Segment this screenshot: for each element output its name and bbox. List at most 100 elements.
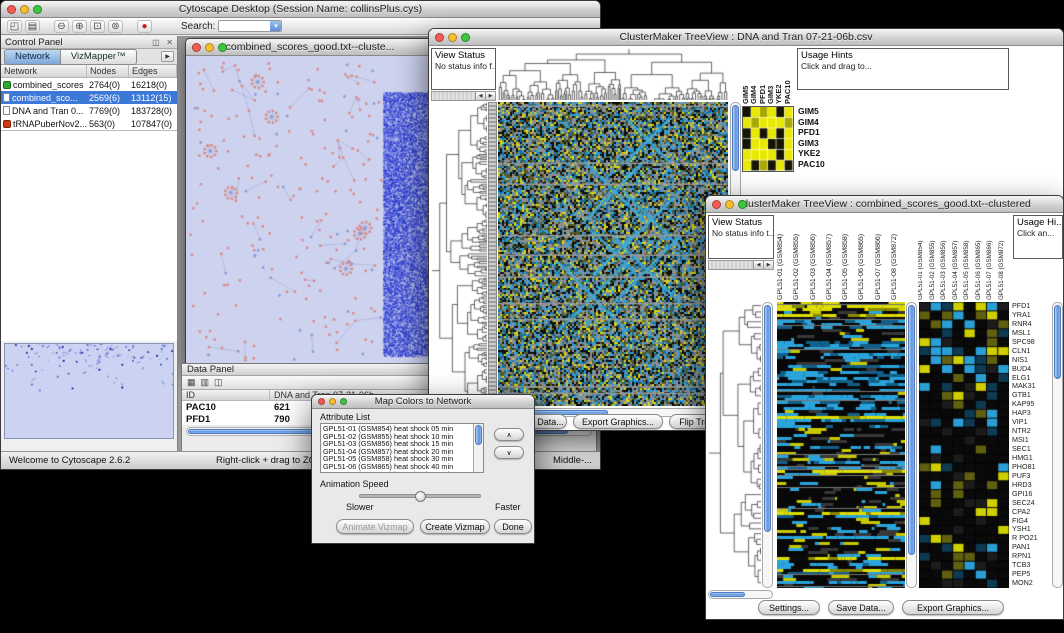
gene-label[interactable]: MON2	[1012, 579, 1051, 588]
minimize-button[interactable]	[725, 200, 734, 209]
maximize-button[interactable]	[461, 33, 470, 42]
create-vizmap-button[interactable]: Create Vizmap	[420, 519, 490, 534]
column-label[interactable]: GPL51-01 (GSM854)	[777, 215, 793, 300]
slider-thumb[interactable]	[415, 491, 426, 502]
column-label[interactable]: GPL51-04 (GSM857)	[826, 215, 842, 300]
close-button[interactable]	[192, 43, 201, 52]
save-data-button[interactable]: Save Data...	[828, 600, 894, 615]
minimize-button[interactable]	[448, 33, 457, 42]
save-icon[interactable]: ▤	[25, 20, 40, 33]
column-label[interactable]: GPL51-08 (GSM872)	[999, 215, 1011, 300]
gene-label[interactable]: YKE2	[798, 148, 842, 159]
row-dendrogram[interactable]	[431, 102, 487, 406]
table-row[interactable]: tRNAPuberNov2... 563(0) 107847(0)	[1, 117, 177, 130]
subheatmap-canvas[interactable]	[919, 302, 1009, 588]
attribute-option[interactable]: GPL51-07 (GSM866) heat shock 60 min	[323, 471, 472, 472]
list-vscrollbar[interactable]	[473, 424, 483, 472]
column-label[interactable]: GPL51-04 (GSM857)	[953, 215, 965, 300]
close-panel-icon[interactable]: ✕	[166, 38, 173, 47]
select-columns-icon[interactable]: ▥	[201, 377, 210, 388]
scrollbar-track[interactable]	[432, 92, 475, 100]
column-dendrogram[interactable]	[498, 48, 728, 100]
close-button[interactable]	[318, 398, 325, 405]
main-titlebar[interactable]: Cytoscape Desktop (Session Name: collins…	[1, 1, 600, 18]
move-down-button[interactable]: ∨	[494, 446, 524, 459]
dialog-titlebar[interactable]: Map Colors to Network	[312, 395, 534, 409]
search-input[interactable]: ▾	[218, 20, 282, 32]
column-header-network[interactable]: Network	[1, 65, 87, 77]
column-label[interactable]: YKE2	[775, 48, 783, 104]
status-hscrollbar[interactable]: ◀ ▶	[708, 260, 774, 270]
export-graphics-button[interactable]: Export Graphics...	[573, 414, 663, 429]
column-label[interactable]: GPL51-07 (GSM866)	[987, 215, 999, 300]
dendrogram-scrollbar[interactable]	[488, 102, 497, 406]
scroll-left-icon[interactable]: ◀	[475, 92, 485, 100]
treeview-dna-titlebar[interactable]: ClusterMaker TreeView : DNA and Tran 07-…	[429, 29, 1063, 46]
close-button[interactable]	[435, 33, 444, 42]
scrollbar-thumb[interactable]	[764, 305, 771, 532]
attribute-option[interactable]: GPL51-05 (GSM858) heat shock 30 min	[323, 455, 472, 463]
tab-vizmapper[interactable]: VizMapper™	[61, 49, 137, 65]
table-row[interactable]: combined_scores 2764(0) 16218(0)	[1, 78, 177, 91]
settings-button[interactable]: Settings...	[758, 600, 820, 615]
scrollbar-thumb[interactable]	[475, 425, 482, 445]
zoom-selected-icon[interactable]: ⊚	[108, 20, 123, 33]
attribute-option[interactable]: GPL51-03 (GSM856) heat shock 15 min	[323, 440, 472, 448]
heatmap-canvas[interactable]	[777, 302, 905, 588]
maximize-button[interactable]	[33, 5, 42, 14]
maximize-button[interactable]	[218, 43, 227, 52]
tab-network[interactable]: Network	[4, 49, 61, 65]
column-label[interactable]: PFD1	[759, 48, 767, 104]
attribute-option[interactable]: GPL51-02 (GSM855) heat shock 10 min	[323, 433, 472, 441]
animate-vizmap-button[interactable]: Animate Vizmap	[336, 519, 414, 534]
gene-label[interactable]: GIM5	[798, 106, 842, 117]
maximize-button[interactable]	[738, 200, 747, 209]
close-button[interactable]	[7, 5, 16, 14]
table-icon[interactable]: ▦	[187, 377, 196, 388]
scrollbar-thumb[interactable]	[908, 305, 915, 555]
network-overview-thumbnail[interactable]	[4, 343, 174, 439]
status-hscrollbar[interactable]: ◀ ▶	[431, 91, 496, 101]
column-label[interactable]: GPL51-02 (GSM855)	[930, 215, 942, 300]
database-icon[interactable]: ◫	[214, 377, 223, 388]
column-label[interactable]: GPL51-02 (GSM855)	[793, 215, 809, 300]
move-up-button[interactable]: ∧	[494, 428, 524, 441]
correlation-matrix-canvas[interactable]	[742, 106, 794, 172]
column-label[interactable]: GPL51-08 (GSM872)	[891, 215, 907, 300]
scrollbar-thumb[interactable]	[710, 592, 745, 597]
scroll-right-icon[interactable]: ▶	[485, 92, 495, 100]
maximize-button[interactable]	[340, 398, 347, 405]
gene-list-vscrollbar[interactable]	[1052, 302, 1063, 588]
animation-speed-slider[interactable]	[359, 494, 481, 498]
table-row[interactable]: DNA and Tran 0... 7769(0) 183728(0)	[1, 104, 177, 117]
network-window-titlebar[interactable]: combined_scores_good.txt--cluste...	[186, 39, 434, 56]
gene-label[interactable]: PAC10	[798, 159, 842, 170]
column-label[interactable]: GPL51-07 (GSM866)	[875, 215, 891, 300]
column-header-edges[interactable]: Edges	[129, 65, 177, 77]
attribute-option[interactable]: GPL51-06 (GSM865) heat shock 40 min	[323, 463, 472, 471]
chevron-down-icon[interactable]: ▾	[270, 21, 281, 31]
annotation-icon[interactable]: ●	[137, 20, 152, 33]
column-label[interactable]: GIM4	[750, 48, 758, 104]
done-button[interactable]: Done	[494, 519, 532, 534]
column-label[interactable]: GPL51-03 (GSM856)	[810, 215, 826, 300]
zoom-out-icon[interactable]: ⊖	[54, 20, 69, 33]
attribute-option[interactable]: GPL51-04 (GSM857) heat shock 20 min	[323, 448, 472, 456]
scrollbar-track[interactable]	[709, 261, 753, 269]
column-label[interactable]: GPL51-06 (GSM865)	[976, 215, 988, 300]
export-graphics-button[interactable]: Export Graphics...	[902, 600, 1004, 615]
minimize-button[interactable]	[205, 43, 214, 52]
minimize-button[interactable]	[20, 5, 29, 14]
close-button[interactable]	[712, 200, 721, 209]
attribute-option[interactable]: GPL51-01 (GSM854) heat shock 05 min	[323, 425, 472, 433]
column-label[interactable]: GPL51-05 (GSM858)	[842, 215, 858, 300]
gene-label[interactable]: PFD1	[798, 127, 842, 138]
row-dendrogram[interactable]	[708, 302, 761, 588]
column-label[interactable]: PAC10	[784, 48, 792, 104]
column-header-id[interactable]: ID	[182, 390, 270, 400]
zoom-in-icon[interactable]: ⊕	[72, 20, 87, 33]
dendrogram-vscrollbar[interactable]	[762, 302, 773, 588]
zoom-fit-icon[interactable]: ⊡	[90, 20, 105, 33]
column-label[interactable]: GPL51-03 (GSM856)	[941, 215, 953, 300]
minimize-button[interactable]	[329, 398, 336, 405]
